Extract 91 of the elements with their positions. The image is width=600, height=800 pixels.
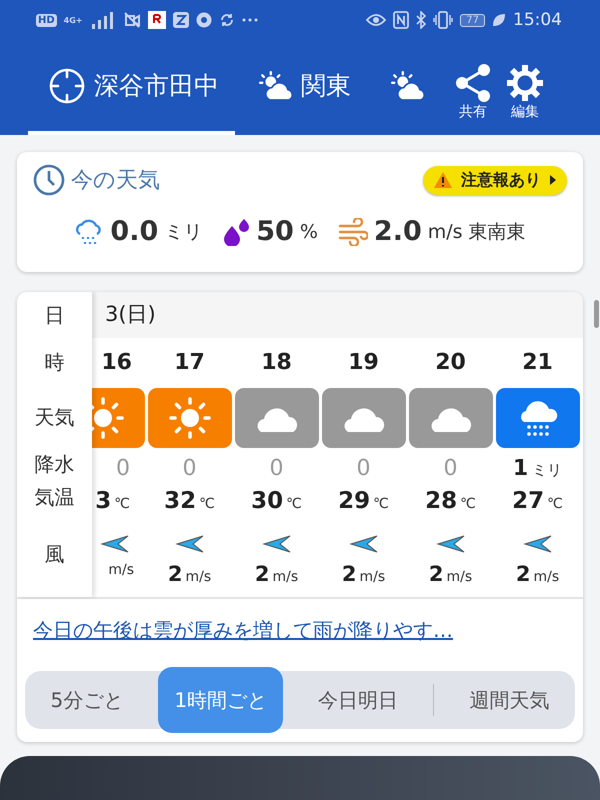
- wind-speed: 2: [168, 562, 182, 586]
- gear-icon: [505, 62, 545, 102]
- wind-speed: 2: [516, 562, 530, 586]
- wind-arrow-icon: [348, 534, 378, 554]
- wind-speed: 2: [342, 562, 356, 586]
- hour-label: 16: [101, 349, 133, 377]
- temperature-unit: ℃: [286, 496, 302, 512]
- sync-icon: [218, 12, 235, 28]
- precip-value: 0: [182, 456, 196, 481]
- segment-tab[interactable]: 週間天気: [453, 671, 566, 729]
- status-time: 15:04: [513, 10, 562, 30]
- settings-button[interactable]: 編集: [505, 54, 545, 120]
- network-label: 4G+: [64, 16, 83, 24]
- temperature-unit: ℃: [460, 496, 476, 512]
- wind-direction: 東南東: [468, 220, 526, 244]
- browser-icon: [196, 12, 212, 28]
- section-title: 今の天気: [71, 167, 160, 195]
- app-icon: [148, 11, 166, 29]
- wind-unit: m/s: [359, 569, 386, 585]
- crosshair-icon: [48, 66, 86, 104]
- wind-unit: m/s: [446, 569, 472, 585]
- signal-icon: [90, 11, 116, 29]
- hour-label: 21: [522, 349, 553, 377]
- row-label: 降水: [34, 451, 74, 478]
- hour-label: 17: [174, 349, 205, 377]
- scrollbar[interactable]: [594, 300, 599, 328]
- temperature-value: 27: [512, 488, 544, 514]
- hd-badge: HD: [36, 14, 57, 26]
- temperature-value: 29: [338, 488, 370, 514]
- stat-unit: m/s: [428, 220, 463, 242]
- hour-label: 20: [435, 349, 466, 377]
- stat-unit: %: [300, 220, 318, 242]
- hour-label: 18: [261, 349, 292, 377]
- temperature-unit: ℃: [114, 496, 130, 512]
- wind-unit: m/s: [272, 569, 298, 585]
- alert-button[interactable]: 注意報あり: [423, 166, 567, 194]
- temperature-unit: ℃: [373, 496, 389, 512]
- leaf-icon: [492, 13, 506, 27]
- wind-unit: m/s: [533, 569, 560, 585]
- bluetooth-icon: [416, 11, 426, 29]
- location-tab[interactable]: 深谷市田中: [28, 40, 235, 135]
- wind-speed: 2: [428, 562, 444, 586]
- share-icon: [455, 62, 491, 102]
- date-label: 3(日): [92, 292, 583, 338]
- wind-arrow-icon: [174, 534, 204, 554]
- row-label: 気温: [34, 484, 74, 511]
- warning-icon: [433, 171, 453, 189]
- temperature-value: 3: [95, 488, 112, 514]
- nfc-icon: [393, 11, 410, 29]
- share-button[interactable]: 共有: [455, 54, 491, 120]
- caret-icon: [549, 175, 557, 185]
- segment-tab[interactable]: 5分ごと: [34, 671, 140, 729]
- more-icon: [242, 17, 258, 23]
- temperature-unit: ℃: [199, 496, 215, 512]
- precip-value: 0: [270, 456, 284, 481]
- row-label: 日: [44, 302, 64, 329]
- precip-value: 1: [512, 456, 528, 481]
- eye-icon: [366, 13, 386, 27]
- stat-value: 2.0: [374, 216, 422, 247]
- vibrate-icon: [433, 11, 454, 29]
- stat-unit: ミリ: [164, 220, 202, 244]
- temperature-value: 28: [425, 488, 458, 514]
- wind-unit: m/s: [108, 562, 134, 578]
- stat-value: 0.0: [110, 216, 158, 247]
- muted-icon: [122, 11, 141, 29]
- wind-icon: [338, 218, 368, 246]
- stat-value: 50: [256, 216, 294, 247]
- wind-speed: 2: [254, 562, 270, 586]
- temperature-unit: ℃: [547, 496, 563, 512]
- drops-icon: [222, 218, 250, 246]
- wind-arrow-icon: [522, 534, 552, 554]
- precip-value: 0: [116, 456, 130, 481]
- region-tab[interactable]: 関東: [235, 40, 367, 135]
- clock-icon: [33, 164, 65, 196]
- row-label: 時: [44, 349, 64, 376]
- temperature-value: 30: [251, 488, 284, 514]
- segment-tab[interactable]: 今日明日: [302, 671, 414, 729]
- precip-value: 0: [444, 456, 458, 481]
- temperature-value: 32: [164, 488, 196, 514]
- wind-unit: m/s: [185, 569, 212, 585]
- precip-unit: ミリ: [532, 461, 562, 480]
- battery-indicator: 77: [460, 14, 485, 26]
- wind-arrow-icon: [100, 534, 130, 554]
- row-label: 天気: [34, 404, 74, 431]
- forecast-summary-link[interactable]: 今日の午後は雲が厚みを増して雨が降りやす…: [33, 618, 453, 642]
- wind-arrow-icon: [436, 534, 466, 554]
- row-label: 風: [44, 541, 64, 568]
- precip-value: 0: [356, 456, 370, 481]
- hour-label: 19: [348, 349, 379, 377]
- wind-arrow-icon: [262, 534, 292, 554]
- app-icon: [172, 12, 189, 28]
